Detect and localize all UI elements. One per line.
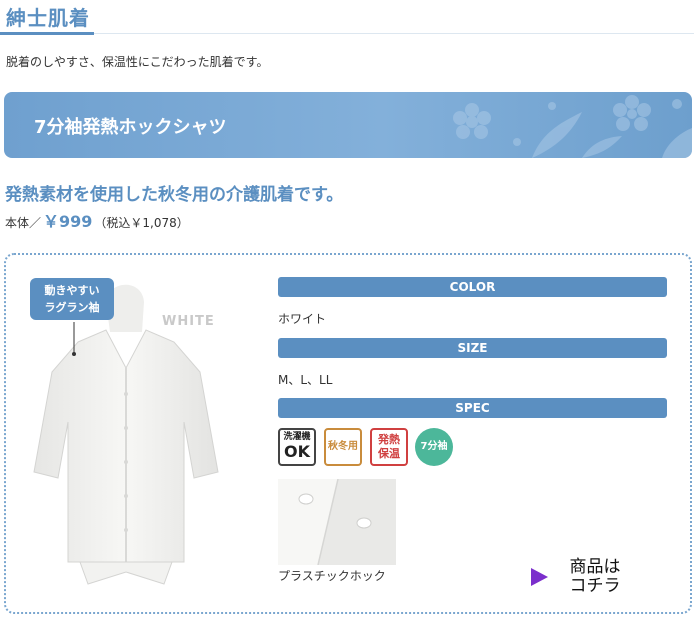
floral-decoration-icon <box>453 95 692 158</box>
price-main: ￥999 <box>43 212 93 231</box>
title-accent-bar <box>0 32 94 35</box>
plastic-hook-detail-photo <box>278 479 396 565</box>
color-header: COLOR <box>278 277 667 297</box>
size-header: SIZE <box>278 338 667 358</box>
price-line: 本体／ ￥999 （税込￥1,078） <box>5 208 189 232</box>
color-value: ホワイト <box>278 312 327 326</box>
size-value: M、L、LL <box>278 373 333 387</box>
washing-machine-ok-badge: 洗濯機 OK <box>278 428 316 466</box>
product-link-label: 商品は コチラ <box>569 557 621 596</box>
callout-line-2: ラグラン袖 <box>44 301 100 314</box>
heat-warmth-badge: 発熱 保温 <box>370 428 408 466</box>
title-divider <box>0 33 694 34</box>
autumn-winter-badge: 秋冬用 <box>324 428 362 466</box>
detail-caption: プラスチックホック <box>278 569 386 583</box>
callout-line-1: 動きやすい <box>44 284 100 297</box>
product-link-button[interactable]: 商品は コチラ <box>531 558 641 600</box>
banner-title: 7分袖発熱ホックシャツ <box>34 117 227 138</box>
product-banner: 7分袖発熱ホックシャツ <box>4 92 692 158</box>
play-arrow-icon <box>531 568 548 586</box>
intro-text: 脱着のしやすさ、保温性にこだわった肌着です。 <box>6 55 269 69</box>
color-tag: WHITE <box>162 314 215 329</box>
raglan-sleeve-callout: 動きやすいラグラン袖 <box>30 278 114 320</box>
spec-header: SPEC <box>278 398 667 418</box>
price-label: 本体／ <box>5 216 42 230</box>
page-title: 紳士肌着 <box>6 6 90 30</box>
three-quarter-sleeve-badge: 7分袖 <box>415 428 453 466</box>
price-tax: （税込￥1,078） <box>94 216 189 230</box>
product-catchphrase: 発熱素材を使用した秋冬用の介護肌着です。 <box>5 185 344 205</box>
